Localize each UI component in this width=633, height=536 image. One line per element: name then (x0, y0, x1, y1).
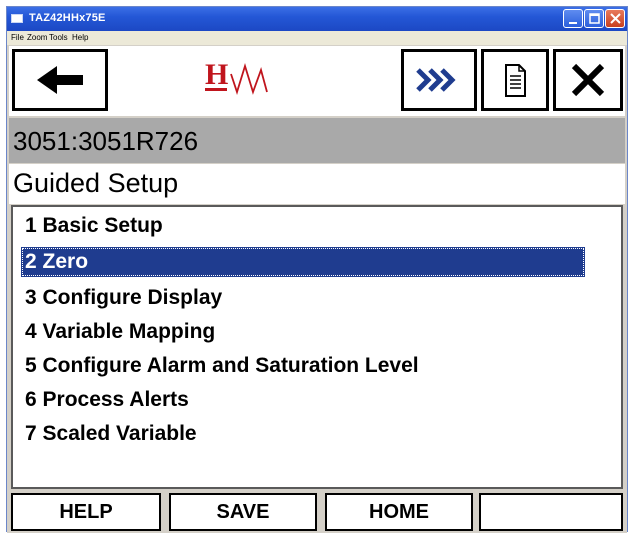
logo-letter: H (205, 58, 228, 91)
empty-softkey (479, 493, 623, 531)
menu-help[interactable]: Help (72, 33, 88, 42)
window-title: TAZ42HHx75E (29, 12, 106, 24)
menu-item-scaled-variable[interactable]: 7 Scaled Variable (21, 419, 585, 449)
maximize-button[interactable] (584, 9, 604, 28)
menu-item-configure-display[interactable]: 3 Configure Display (21, 283, 585, 313)
softkey-bar: HELP SAVE HOME (7, 491, 627, 533)
menu-tools[interactable]: Tools (49, 33, 68, 42)
menu-file[interactable]: File (11, 33, 24, 42)
menu-item-process-alerts[interactable]: 6 Process Alerts (21, 385, 585, 415)
title-bar[interactable]: TAZ42HHx75E (7, 7, 627, 31)
screen-title-bar: Guided Setup (9, 164, 625, 204)
menu-zoom[interactable]: Zoom (27, 33, 47, 42)
menu-item-alarm-saturation[interactable]: 5 Configure Alarm and Saturation Level (21, 351, 585, 381)
document-icon (505, 64, 526, 97)
menu-item-zero[interactable]: 2 Zero (21, 247, 585, 277)
close-x-icon (571, 63, 605, 97)
help-button[interactable]: HELP (11, 493, 161, 531)
save-button[interactable]: SAVE (169, 493, 317, 531)
menu-list: 1 Basic Setup 2 Zero 3 Configure Display… (11, 205, 623, 489)
screen-title: Guided Setup (13, 168, 179, 198)
device-tag-bar: 3051:3051R726 (9, 118, 625, 163)
fast-forward-icon (416, 68, 456, 92)
next-button[interactable] (401, 49, 477, 111)
maximize-icon (589, 13, 600, 24)
app-window: TAZ42HHx75E File Zoom Tools Help H 3051:… (6, 6, 628, 533)
close-icon (610, 13, 621, 24)
menu-bar: File Zoom Tools Help (7, 31, 627, 45)
device-tag: 3051:3051R726 (13, 126, 199, 156)
home-button[interactable]: HOME (325, 493, 473, 531)
back-button[interactable] (12, 49, 108, 111)
menu-item-variable-mapping[interactable]: 4 Variable Mapping (21, 317, 585, 347)
minimize-icon (569, 22, 577, 24)
close-screen-button[interactable] (553, 49, 623, 111)
arrow-left-icon (37, 66, 83, 94)
menu-item-basic-setup[interactable]: 1 Basic Setup (21, 211, 585, 241)
minimize-button[interactable] (563, 9, 583, 28)
window-close-button[interactable] (605, 9, 625, 28)
page-button[interactable] (481, 49, 549, 111)
hw-logo-icon: H (199, 52, 279, 102)
toolbar: H (9, 46, 625, 116)
app-icon (11, 14, 23, 23)
